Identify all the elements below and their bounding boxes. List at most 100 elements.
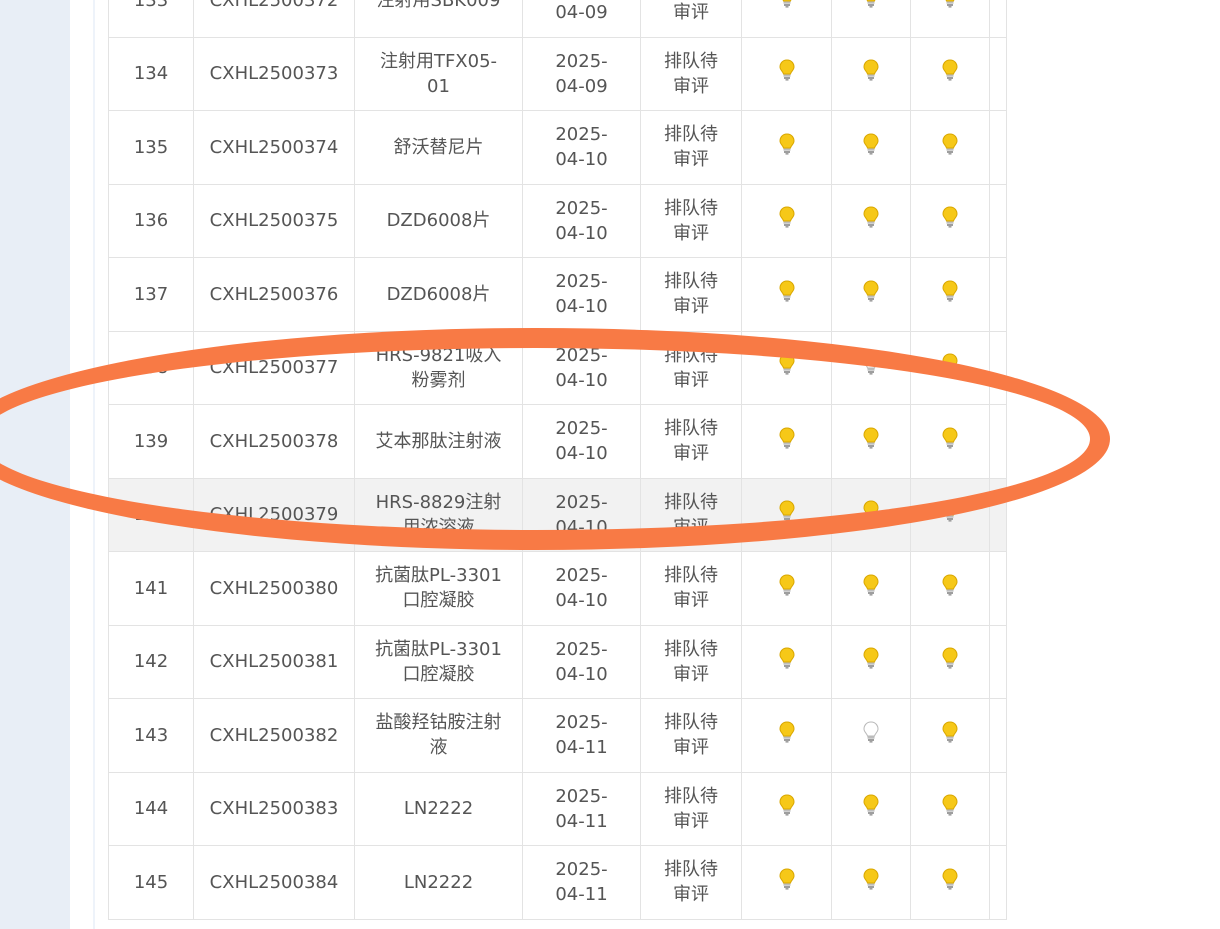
lightbulb-on-icon[interactable] <box>861 58 881 82</box>
lightbulb-on-icon[interactable] <box>940 867 960 891</box>
lightbulb-on-icon[interactable] <box>940 646 960 670</box>
acceptance-number-cell: CXHL2500375 <box>193 183 355 258</box>
lightbulb-on-icon[interactable] <box>777 573 797 597</box>
lightbulb-on-icon[interactable] <box>940 573 960 597</box>
table-row: 142 CXHL2500381 抗菌肽PL-3301 口腔凝胶 2025- 04-10… <box>108 624 1007 699</box>
progress-indicator-cell[interactable] <box>831 0 911 38</box>
lightbulb-on-icon[interactable] <box>861 867 881 891</box>
progress-indicator-cell[interactable] <box>831 183 911 258</box>
drug-name-cell: LN2222 <box>354 845 523 920</box>
progress-indicator-cell[interactable] <box>741 771 832 846</box>
table-row: 139 CXHL2500378 艾本那肽注射液 2025- 04-10 排队待 审评 <box>108 404 1007 479</box>
progress-indicator-cell[interactable] <box>910 404 990 479</box>
progress-indicator-cell[interactable] <box>831 257 911 332</box>
progress-indicator-cell[interactable] <box>741 183 832 258</box>
lightbulb-on-icon[interactable] <box>940 132 960 156</box>
progress-indicator-cell[interactable] <box>831 330 911 405</box>
progress-indicator-cell[interactable] <box>910 698 990 773</box>
lightbulb-on-icon[interactable] <box>861 573 881 597</box>
progress-indicator-cell[interactable] <box>831 845 911 920</box>
row-number-cell: 133 <box>108 0 194 38</box>
review-status-cell: 排队待 审评 <box>640 698 742 773</box>
table-body: 133CXHL2500372注射用SBK0092025- 04-09排队待 审评… <box>108 0 1007 920</box>
progress-indicator-cell[interactable] <box>741 257 832 332</box>
progress-indicator-cell[interactable] <box>910 771 990 846</box>
review-status-cell: 排队待 审评 <box>640 404 742 479</box>
progress-indicator-cell[interactable] <box>741 404 832 479</box>
progress-indicator-cell[interactable] <box>741 477 832 552</box>
undertake-date-cell: 2025- 04-10 <box>522 551 641 626</box>
progress-indicator-cell[interactable] <box>741 0 832 38</box>
left-background-panel <box>0 0 70 929</box>
lightbulb-on-icon[interactable] <box>777 646 797 670</box>
progress-indicator-cell[interactable] <box>910 551 990 626</box>
lightbulb-on-icon[interactable] <box>861 793 881 817</box>
progress-indicator-cell[interactable] <box>741 551 832 626</box>
lightbulb-on-icon[interactable] <box>940 0 960 9</box>
progress-indicator-cell[interactable] <box>741 624 832 699</box>
lightbulb-on-icon[interactable] <box>940 720 960 744</box>
lightbulb-on-icon[interactable] <box>940 58 960 82</box>
progress-indicator-cell[interactable] <box>910 330 990 405</box>
overflow-column-cell <box>989 698 1007 773</box>
progress-indicator-cell[interactable] <box>910 477 990 552</box>
lightbulb-on-icon[interactable] <box>777 58 797 82</box>
progress-indicator-cell[interactable] <box>910 624 990 699</box>
lightbulb-on-icon[interactable] <box>861 646 881 670</box>
lightbulb-on-icon[interactable] <box>861 132 881 156</box>
table-row: 134 CXHL2500373 注射用TFX05- 01 2025- 04-09 排队待… <box>108 36 1007 111</box>
lightbulb-on-icon[interactable] <box>777 793 797 817</box>
progress-indicator-cell[interactable] <box>831 404 911 479</box>
lightbulb-on-icon[interactable] <box>861 279 881 303</box>
progress-indicator-cell[interactable] <box>831 698 911 773</box>
acceptance-number-cell: CXHL2500376 <box>193 257 355 332</box>
progress-indicator-cell[interactable] <box>910 183 990 258</box>
lightbulb-on-icon[interactable] <box>940 499 960 523</box>
lightbulb-on-icon[interactable] <box>777 720 797 744</box>
progress-indicator-cell[interactable] <box>910 110 990 185</box>
lightbulb-on-icon[interactable] <box>777 867 797 891</box>
lightbulb-on-icon[interactable] <box>777 426 797 450</box>
table-row: 143 CXHL2500382 盐酸羟钴胺注射 液 2025- 04-11 排队待 审评 <box>108 698 1007 773</box>
lightbulb-off-icon[interactable] <box>861 352 881 376</box>
table-row: 136 CXHL2500375 DZD6008片 2025- 04-10 排队待 审评 <box>108 183 1007 258</box>
lightbulb-on-icon[interactable] <box>861 0 881 9</box>
lightbulb-on-icon[interactable] <box>777 279 797 303</box>
progress-indicator-cell[interactable] <box>910 845 990 920</box>
progress-indicator-cell[interactable] <box>831 36 911 111</box>
progress-indicator-cell[interactable] <box>741 36 832 111</box>
progress-indicator-cell[interactable] <box>910 257 990 332</box>
lightbulb-on-icon[interactable] <box>940 205 960 229</box>
lightbulb-on-icon[interactable] <box>940 352 960 376</box>
lightbulb-on-icon[interactable] <box>777 352 797 376</box>
row-number-cell: 136 <box>108 183 194 258</box>
lightbulb-on-icon[interactable] <box>777 132 797 156</box>
acceptance-number-cell: CXHL2500380 <box>193 551 355 626</box>
progress-indicator-cell[interactable] <box>831 771 911 846</box>
progress-indicator-cell[interactable] <box>831 110 911 185</box>
lightbulb-on-icon[interactable] <box>777 499 797 523</box>
progress-indicator-cell[interactable] <box>910 36 990 111</box>
lightbulb-on-icon[interactable] <box>940 426 960 450</box>
progress-indicator-cell[interactable] <box>831 551 911 626</box>
row-number-cell: 137 <box>108 257 194 332</box>
lightbulb-on-icon[interactable] <box>861 499 881 523</box>
progress-indicator-cell[interactable] <box>831 477 911 552</box>
drug-name-cell: 注射用TFX05- 01 <box>354 36 523 111</box>
row-number-cell: 135 <box>108 110 194 185</box>
lightbulb-on-icon[interactable] <box>861 426 881 450</box>
lightbulb-on-icon[interactable] <box>940 279 960 303</box>
progress-indicator-cell[interactable] <box>741 110 832 185</box>
progress-indicator-cell[interactable] <box>741 330 832 405</box>
progress-indicator-cell[interactable] <box>741 845 832 920</box>
lightbulb-on-icon[interactable] <box>861 205 881 229</box>
progress-indicator-cell[interactable] <box>741 698 832 773</box>
undertake-date-cell: 2025- 04-11 <box>522 698 641 773</box>
lightbulb-on-icon[interactable] <box>777 205 797 229</box>
lightbulb-on-icon[interactable] <box>777 0 797 9</box>
progress-indicator-cell[interactable] <box>910 0 990 38</box>
lightbulb-off-icon[interactable] <box>861 720 881 744</box>
progress-indicator-cell[interactable] <box>831 624 911 699</box>
overflow-column-cell <box>989 36 1007 111</box>
lightbulb-on-icon[interactable] <box>940 793 960 817</box>
